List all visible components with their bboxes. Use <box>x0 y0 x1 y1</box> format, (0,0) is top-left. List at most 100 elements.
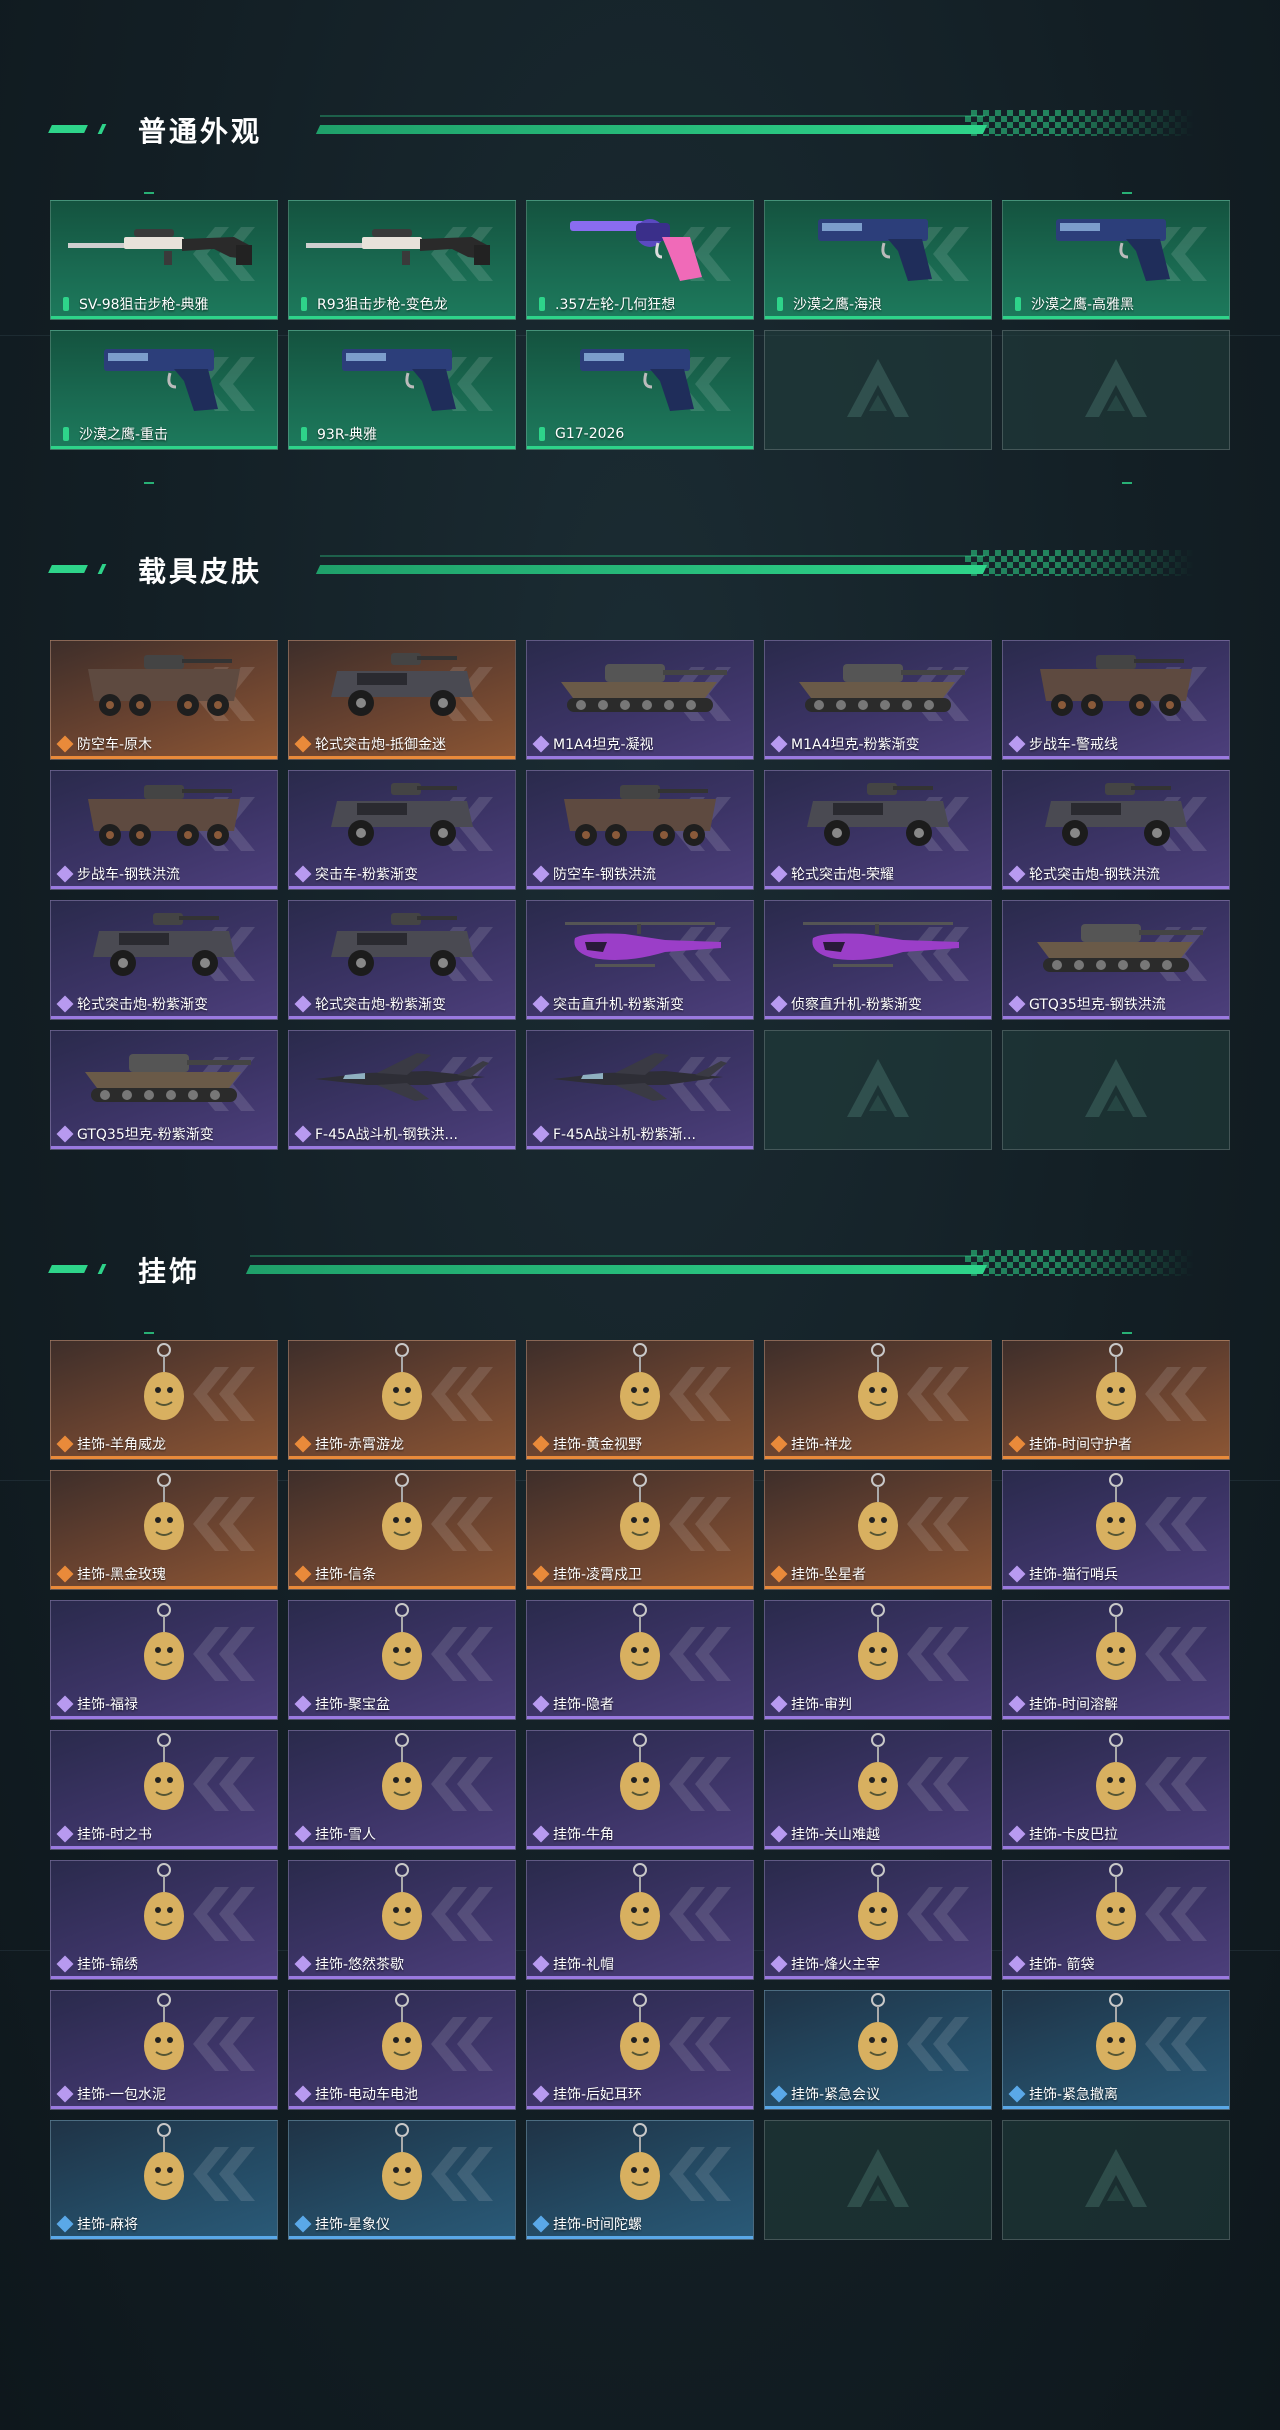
rarity-icon <box>1008 2085 1026 2103</box>
charm-icon <box>297 1993 507 2077</box>
item-card[interactable]: 挂饰-礼帽 <box>526 1860 754 1980</box>
item-card[interactable]: 挂饰-关山难越 <box>764 1730 992 1850</box>
item-label-row: G17-2026 <box>527 425 753 443</box>
item-label-row: 沙漠之鹰-海浪 <box>765 295 991 313</box>
item-card[interactable]: 挂饰-电动车电池 <box>288 1990 516 2110</box>
item-card[interactable]: 挂饰-紧急会议 <box>764 1990 992 2110</box>
item-card[interactable]: 挂饰-祥龙 <box>764 1340 992 1460</box>
rarity-bar <box>51 1456 277 1459</box>
item-label-row: 挂饰-星象仪 <box>289 2215 515 2233</box>
section-title: 载具皮肤 <box>138 555 263 588</box>
rarity-icon <box>532 2215 550 2233</box>
item-name: F-45A战斗机-粉紫渐... <box>553 1127 696 1143</box>
item-card[interactable]: 挂饰-锦绣 <box>50 1860 278 1980</box>
item-card[interactable]: 93R-典雅 <box>288 330 516 450</box>
item-card[interactable]: 挂饰-时间守护者 <box>1002 1340 1230 1460</box>
item-name: 轮式突击炮-抵御金迷 <box>315 737 447 753</box>
rarity-icon <box>294 865 312 883</box>
item-card[interactable]: 挂饰-时间溶解 <box>1002 1600 1230 1720</box>
item-card[interactable]: 防空车-钢铁洪流 <box>526 770 754 890</box>
item-card[interactable]: 挂饰-麻将 <box>50 2120 278 2240</box>
item-card[interactable]: GTQ35坦克-粉紫渐变 <box>50 1030 278 1150</box>
rarity-bar <box>527 886 753 889</box>
section-header-vehicles: 载具皮肤 <box>0 538 1280 598</box>
item-label-row: 挂饰-关山难越 <box>765 1825 991 1843</box>
item-label-row: F-45A战斗机-钢铁洪... <box>289 1125 515 1143</box>
item-card[interactable]: 挂饰-卡皮巴拉 <box>1002 1730 1230 1850</box>
item-card[interactable]: 侦察直升机-粉紫渐变 <box>764 900 992 1020</box>
item-card[interactable]: SV-98狙击步枪-典雅 <box>50 200 278 320</box>
item-card[interactable]: 轮式突击炮-粉紫渐变 <box>288 900 516 1020</box>
fighter-jet-icon <box>297 1037 507 1117</box>
item-name: 挂饰-隐者 <box>553 1697 615 1713</box>
item-label-row: 挂饰-审判 <box>765 1695 991 1713</box>
item-card[interactable]: GTQ35坦克-钢铁洪流 <box>1002 900 1230 1020</box>
item-card[interactable]: 突击直升机-粉紫渐变 <box>526 900 754 1020</box>
item-card[interactable]: 挂饰-时间陀螺 <box>526 2120 754 2240</box>
item-card[interactable]: 沙漠之鹰-海浪 <box>764 200 992 320</box>
item-card[interactable]: M1A4坦克-凝视 <box>526 640 754 760</box>
item-card[interactable]: 轮式突击炮-钢铁洪流 <box>1002 770 1230 890</box>
item-card[interactable]: M1A4坦克-粉紫渐变 <box>764 640 992 760</box>
item-card[interactable]: 挂饰-隐者 <box>526 1600 754 1720</box>
item-card[interactable]: 步战车-钢铁洪流 <box>50 770 278 890</box>
item-card[interactable]: 挂饰-烽火主宰 <box>764 1860 992 1980</box>
rarity-icon <box>770 995 788 1013</box>
item-label-row: 挂饰-一包水泥 <box>51 2085 277 2103</box>
item-card[interactable]: F-45A战斗机-粉紫渐... <box>526 1030 754 1150</box>
item-card[interactable]: 挂饰-信条 <box>288 1470 516 1590</box>
item-card[interactable]: 轮式突击炮-粉紫渐变 <box>50 900 278 1020</box>
rarity-icon <box>770 1695 788 1713</box>
charm-icon <box>297 1863 507 1947</box>
rarity-bar <box>1003 1846 1229 1849</box>
rarity-bar <box>527 756 753 759</box>
rarity-bar <box>765 1456 991 1459</box>
header-checker-pattern <box>965 1250 1195 1276</box>
item-card[interactable]: 挂饰-福禄 <box>50 1600 278 1720</box>
rarity-bar <box>51 1586 277 1589</box>
item-card[interactable]: 步战车-警戒线 <box>1002 640 1230 760</box>
item-card[interactable]: R93狙击步枪-变色龙 <box>288 200 516 320</box>
item-card[interactable]: 挂饰-黑金玫瑰 <box>50 1470 278 1590</box>
item-card[interactable]: 轮式突击炮-荣耀 <box>764 770 992 890</box>
item-card[interactable]: 挂饰-凌霄戍卫 <box>526 1470 754 1590</box>
item-card[interactable]: 挂饰-时之书 <box>50 1730 278 1850</box>
item-card[interactable]: 挂饰-黄金视野 <box>526 1340 754 1460</box>
item-label-row: GTQ35坦克-钢铁洪流 <box>1003 995 1229 1013</box>
item-card[interactable]: 沙漠之鹰-高雅黑 <box>1002 200 1230 320</box>
item-card[interactable]: 挂饰-星象仪 <box>288 2120 516 2240</box>
item-card[interactable]: 挂饰-赤霄游龙 <box>288 1340 516 1460</box>
item-card[interactable]: 挂饰-聚宝盆 <box>288 1600 516 1720</box>
rarity-bar <box>289 756 515 759</box>
rarity-icon <box>301 297 307 311</box>
item-card[interactable]: 轮式突击炮-抵御金迷 <box>288 640 516 760</box>
helicopter-icon <box>535 907 745 987</box>
item-card[interactable]: 沙漠之鹰-重击 <box>50 330 278 450</box>
item-card[interactable]: 挂饰-猫行哨兵 <box>1002 1470 1230 1590</box>
item-card[interactable]: .357左轮-几何狂想 <box>526 200 754 320</box>
item-card[interactable]: 防空车-原木 <box>50 640 278 760</box>
item-card[interactable]: G17-2026 <box>526 330 754 450</box>
placeholder-logo-icon <box>843 1055 913 1125</box>
charm-icon <box>59 1603 269 1687</box>
rarity-bar <box>51 446 277 449</box>
item-card[interactable]: 挂饰- 箭袋 <box>1002 1860 1230 1980</box>
item-card[interactable]: 挂饰-坠星者 <box>764 1470 992 1590</box>
item-card[interactable]: 挂饰-紧急撤离 <box>1002 1990 1230 2110</box>
item-card[interactable]: 挂饰-悠然茶歇 <box>288 1860 516 1980</box>
rarity-bar <box>527 1146 753 1149</box>
item-card[interactable]: 突击车-粉紫渐变 <box>288 770 516 890</box>
item-card[interactable]: 挂饰-一包水泥 <box>50 1990 278 2110</box>
charm-icon <box>297 2123 507 2207</box>
item-label-row: 步战车-警戒线 <box>1003 735 1229 753</box>
rarity-icon <box>1008 1825 1026 1843</box>
item-card[interactable]: 挂饰-牛角 <box>526 1730 754 1850</box>
item-card[interactable]: 挂饰-审判 <box>764 1600 992 1720</box>
item-card[interactable]: 挂饰-后妃耳环 <box>526 1990 754 2110</box>
item-card[interactable]: 挂饰-雪人 <box>288 1730 516 1850</box>
item-name: M1A4坦克-凝视 <box>553 737 654 753</box>
rarity-icon <box>770 865 788 883</box>
item-card[interactable]: F-45A战斗机-钢铁洪... <box>288 1030 516 1150</box>
item-card[interactable]: 挂饰-羊角威龙 <box>50 1340 278 1460</box>
rarity-icon <box>294 1695 312 1713</box>
